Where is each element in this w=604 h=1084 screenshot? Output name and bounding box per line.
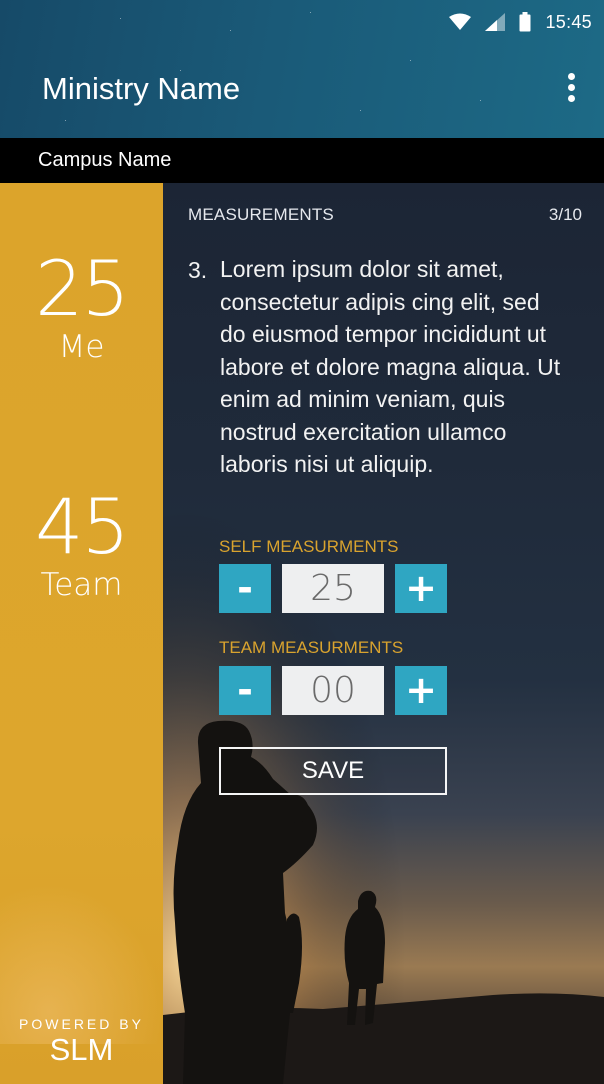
- team-measurement-label: TEAM MEASURMENTS: [219, 638, 404, 657]
- self-measurement-stepper: - 25 +: [219, 563, 447, 613]
- question-text: Lorem ipsum dolor sit amet, consectetur …: [220, 256, 561, 477]
- team-increment-button[interactable]: +: [395, 665, 447, 715]
- battery-icon: [519, 12, 531, 32]
- campus-bar: Campus Name: [0, 138, 604, 183]
- more-vertical-icon[interactable]: [562, 71, 582, 105]
- self-decrement-button[interactable]: -: [219, 563, 271, 613]
- status-time: 15:45: [545, 11, 592, 32]
- save-button[interactable]: SAVE: [219, 747, 447, 795]
- status-icons: 15:45: [449, 10, 592, 34]
- me-score-label: Me: [58, 329, 105, 365]
- team-decrement-button[interactable]: -: [219, 665, 271, 715]
- team-score-value: 45: [35, 482, 130, 571]
- me-score: 25 Me: [0, 244, 163, 366]
- team-measurement-stepper: - 00 +: [219, 665, 447, 715]
- score-sidebar: 25 Me 45 Team POWERED BY SLM: [0, 183, 163, 1084]
- measurement-panel: MEASUREMENTS 3/10 3. Lorem ipsum dolor s…: [163, 183, 604, 1084]
- powered-by-label: POWERED BY: [19, 1016, 144, 1032]
- powered-by: POWERED BY SLM: [0, 1016, 163, 1068]
- app-bar: Ministry Name: [0, 44, 604, 138]
- top-header: 15:45 Ministry Name: [0, 0, 604, 138]
- question-counter: 3/10: [548, 205, 582, 224]
- self-measurement-value[interactable]: 25: [282, 563, 384, 613]
- app-title: Ministry Name: [42, 71, 241, 106]
- campus-name: Campus Name: [38, 149, 172, 171]
- powered-by-brand: SLM: [49, 1032, 114, 1067]
- wifi-icon: [449, 13, 472, 30]
- section-label: MEASUREMENTS: [188, 205, 334, 224]
- me-score-value: 25: [35, 244, 130, 333]
- self-measurement-label: SELF MEASURMENTS: [219, 537, 399, 556]
- question-number: 3.: [188, 257, 208, 283]
- cellular-signal-icon: [485, 13, 506, 31]
- team-score: 45 Team: [0, 482, 163, 604]
- team-score-label: Team: [40, 567, 123, 603]
- status-bar: 15:45: [0, 0, 604, 44]
- team-measurement-value[interactable]: 00: [282, 665, 384, 715]
- self-increment-button[interactable]: +: [395, 563, 447, 613]
